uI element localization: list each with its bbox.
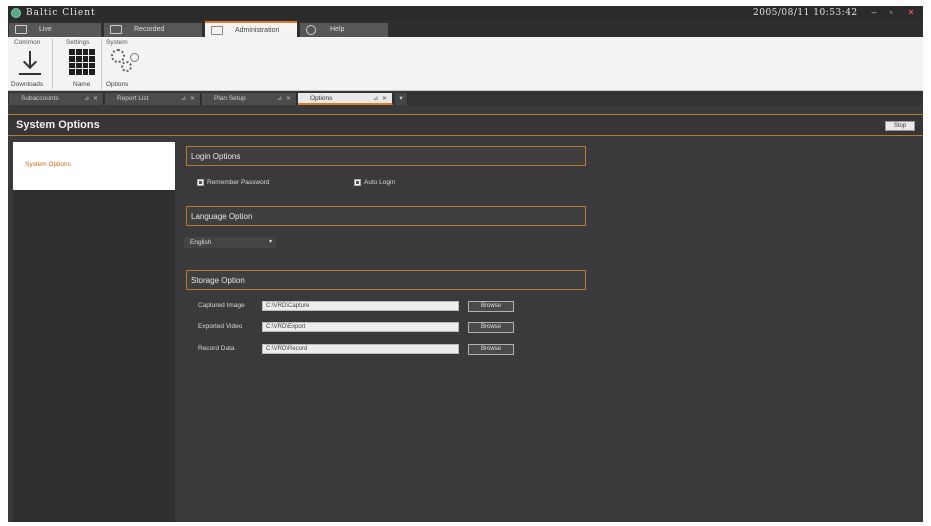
doc-tab-controls[interactable]: ⊿ ✕ xyxy=(181,93,196,105)
captured-image-path-input[interactable]: C:\VRD\Capture xyxy=(262,301,459,311)
captured-image-label: Captured Image xyxy=(198,302,245,309)
options-header: System Options Stop xyxy=(8,114,923,136)
storage-option-section-header: Storage Option xyxy=(186,270,586,290)
options-button-label[interactable]: Options xyxy=(106,81,128,88)
checkbox-icon[interactable] xyxy=(197,179,204,186)
ribbon-tabs: Live Recorded Administration Help xyxy=(8,20,923,37)
tab-help[interactable]: Help xyxy=(300,23,388,37)
section-title: Language Option xyxy=(191,212,253,221)
tab-label: Help xyxy=(330,26,345,33)
tab-administration[interactable]: Administration xyxy=(205,21,297,37)
checkbox-icon[interactable] xyxy=(354,179,361,186)
stop-button[interactable]: Stop xyxy=(885,121,915,131)
captured-image-browse-button[interactable]: Browse xyxy=(468,301,514,312)
doc-tab-label: Report List xyxy=(117,95,149,102)
grid-icon[interactable] xyxy=(69,49,95,75)
help-icon xyxy=(306,25,316,35)
section-title: Storage Option xyxy=(191,276,245,285)
language-select-value: English xyxy=(190,239,212,246)
remember-password-checkbox[interactable]: Remember Password xyxy=(197,178,297,188)
app-logo-icon xyxy=(11,8,21,18)
record-data-path-input[interactable]: C:\VRD\Record xyxy=(262,344,459,354)
doc-tab-options[interactable]: Options ⊿ ✕ xyxy=(298,93,393,105)
checkbox-label: Remember Password xyxy=(207,179,270,186)
exported-video-path-input[interactable]: C:\VRD\Export xyxy=(262,322,459,332)
chevron-down-icon: ▾ xyxy=(268,239,272,245)
section-title: Login Options xyxy=(191,152,241,161)
doc-tab-controls[interactable]: ⊿ ✕ xyxy=(373,93,388,105)
auto-login-checkbox[interactable]: Auto Login xyxy=(354,178,434,188)
maximize-button[interactable]: ▫ xyxy=(885,7,897,18)
close-button[interactable]: × xyxy=(905,7,917,18)
download-icon[interactable] xyxy=(19,51,41,75)
tab-label: Administration xyxy=(235,27,280,34)
sidebar: System Options xyxy=(13,142,175,522)
clock: 2005/08/11 10:53:42 xyxy=(753,8,858,18)
minimize-button[interactable]: – xyxy=(868,7,880,18)
name-button-label[interactable]: Name xyxy=(73,81,90,88)
exported-video-browse-button[interactable]: Browse xyxy=(468,322,514,333)
admin-icon xyxy=(211,26,223,35)
doc-tab-plan-setup[interactable]: Plan Setup ⊿ ✕ xyxy=(202,93,297,105)
doc-tab-controls[interactable]: ⊿ ✕ xyxy=(277,93,292,105)
document-tabs: Subaccounts ⊿ ✕ Report List ⊿ ✕ Plan Set… xyxy=(8,92,923,105)
tab-label: Live xyxy=(39,26,52,33)
ribbon-separator xyxy=(101,39,102,89)
app-window: Baltic Client 2005/08/11 10:53:42 – ▫ × … xyxy=(8,6,923,522)
downloads-button-label[interactable]: Downloads xyxy=(11,81,43,88)
doc-tab-label: Options xyxy=(310,95,333,102)
doc-tab-label: Plan Setup xyxy=(214,95,246,102)
title-bar: Baltic Client 2005/08/11 10:53:42 – ▫ × xyxy=(8,6,923,20)
monitor-icon xyxy=(15,25,27,34)
record-data-label: Record Data xyxy=(198,345,235,352)
doc-tab-subaccounts[interactable]: Subaccounts ⊿ ✕ xyxy=(9,93,104,105)
doc-tab-dropdown-button[interactable]: ▾ xyxy=(395,93,408,105)
group-label-settings: Settings xyxy=(66,39,90,46)
gears-icon[interactable] xyxy=(111,49,141,77)
record-data-browse-button[interactable]: Browse xyxy=(468,344,514,355)
film-icon xyxy=(110,25,122,34)
doc-tab-label: Subaccounts xyxy=(21,95,59,102)
ribbon-panel: Common Downloads Settings Name System Op… xyxy=(8,37,923,91)
group-label-common: Common xyxy=(14,39,41,46)
exported-video-label: Exported Video xyxy=(198,323,243,330)
ribbon-separator xyxy=(52,39,53,89)
sidebar-item-label: System Options xyxy=(25,161,71,168)
doc-tab-controls[interactable]: ⊿ ✕ xyxy=(84,93,99,105)
page-title: System Options xyxy=(16,119,100,131)
sidebar-item-system-options[interactable]: System Options xyxy=(13,142,175,190)
tab-label: Recorded xyxy=(134,26,165,33)
doc-tab-report-list[interactable]: Report List ⊿ ✕ xyxy=(105,93,201,105)
checkbox-label: Auto Login xyxy=(364,179,396,186)
login-options-section-header: Login Options xyxy=(186,146,586,166)
language-option-section-header: Language Option xyxy=(186,206,586,226)
language-select[interactable]: English ▾ xyxy=(184,237,276,248)
tab-recorded[interactable]: Recorded xyxy=(104,23,202,37)
tab-live[interactable]: Live xyxy=(9,23,101,37)
app-title: Baltic Client xyxy=(26,8,96,18)
group-label-system: System xyxy=(106,39,128,46)
